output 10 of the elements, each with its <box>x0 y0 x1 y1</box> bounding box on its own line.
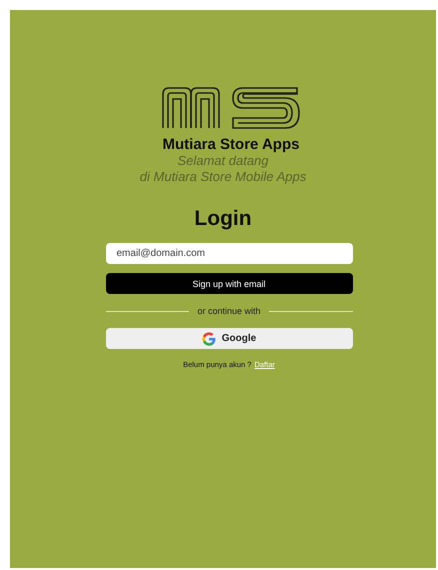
welcome-text: di Mutiara Store Mobile Apps <box>140 169 306 185</box>
google-icon <box>202 332 216 346</box>
logo-icon <box>161 86 301 130</box>
google-button[interactable]: Google <box>106 328 352 349</box>
sign-up-button[interactable]: Sign up with email <box>106 273 352 294</box>
divider-text: or continue with <box>197 306 261 316</box>
app-name: Mutiara Store Apps <box>162 136 300 153</box>
login-heading: Login <box>194 207 252 231</box>
email-field[interactable]: email@domain.com <box>106 243 352 264</box>
welcome-text: Selamat datang <box>177 153 269 169</box>
